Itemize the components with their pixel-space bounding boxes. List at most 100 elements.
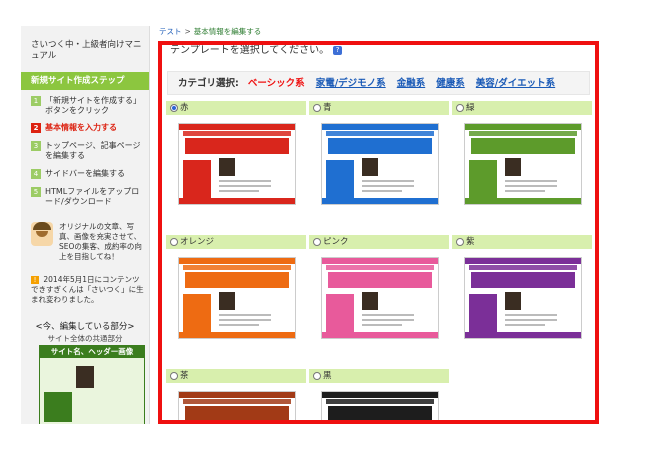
template-card-green[interactable]: 緑 (452, 101, 592, 205)
thumb-hero (471, 272, 575, 288)
thumb-sidebar (326, 294, 354, 334)
template-thumbnail[interactable] (178, 391, 296, 420)
radio-option[interactable] (313, 103, 321, 112)
radio-option[interactable] (456, 103, 464, 112)
template-thumbnail[interactable] (178, 123, 296, 205)
template-label: オレンジ (166, 235, 306, 249)
thumb-band (326, 265, 434, 270)
thumb-sidebar (469, 294, 497, 334)
breadcrumb-link[interactable]: テスト (159, 27, 182, 36)
sidebar: さいつく中・上級者向けマニュアル 新規サイト作成ステップ 1 「新規サイトを作成… (21, 26, 150, 424)
thumb-hero (185, 406, 289, 420)
thumb-text-line (219, 324, 259, 326)
thumb-footer (322, 198, 438, 204)
template-selector: テンプレートを選択してください。? カテゴリ選択: ベーシック系 家電/デジモノ… (158, 41, 599, 424)
template-card-brown[interactable]: 茶 (166, 369, 306, 420)
template-thumbnail[interactable] (464, 257, 582, 339)
thumb-text-line (362, 314, 414, 316)
thumb-text-line (219, 314, 271, 316)
thumb-topbar (322, 124, 438, 130)
template-thumbnail[interactable] (321, 391, 439, 420)
thumb-band (183, 265, 291, 270)
thumb-band (326, 131, 434, 136)
template-name: 黒 (323, 371, 332, 381)
radio-selected[interactable] (170, 103, 178, 112)
step-1[interactable]: 1 「新規サイトを作成する」ボタンをクリック (31, 96, 147, 116)
template-thumbnail[interactable] (321, 123, 439, 205)
radio-option[interactable] (170, 371, 178, 380)
category-health[interactable]: 健康系 (436, 78, 465, 89)
thumb-image (505, 292, 521, 310)
thumb-hero (328, 138, 432, 154)
thumb-footer (465, 198, 581, 204)
thumb-text-line (362, 324, 402, 326)
template-thumbnail[interactable] (464, 123, 582, 205)
step-label: サイドバーを編集する (45, 169, 125, 178)
step-2[interactable]: 2 基本情報を入力する (31, 123, 147, 133)
radio-option[interactable] (313, 237, 321, 246)
template-card-black[interactable]: 黒 (309, 369, 449, 420)
step-label: 「新規サイトを作成する」ボタンをクリック (45, 96, 141, 115)
template-name: 紫 (466, 237, 475, 247)
thumb-text-line (362, 190, 402, 192)
step-label: トップページ、記事ページを編集する (45, 141, 141, 160)
category-finance[interactable]: 金融系 (397, 78, 426, 89)
template-card-purple[interactable]: 紫 (452, 235, 592, 339)
thumb-band (469, 265, 577, 270)
template-label: 茶 (166, 369, 306, 383)
template-label: 緑 (452, 101, 592, 115)
thumb-image (362, 292, 378, 310)
thumb-footer (322, 332, 438, 338)
thumb-hero (328, 272, 432, 288)
thumb-hero (185, 272, 289, 288)
thumb-image (362, 158, 378, 176)
page-title: テンプレートを選択してください。? (170, 45, 343, 56)
help-icon[interactable]: ? (333, 45, 343, 55)
thumb-text-line (505, 324, 545, 326)
thumb-image (219, 292, 235, 310)
thumb-footer (179, 198, 295, 204)
radio-option[interactable] (170, 237, 178, 246)
thumb-text-line (219, 180, 271, 182)
thumb-image (505, 158, 521, 176)
thumb-topbar (322, 258, 438, 264)
thumb-text-line (219, 319, 271, 321)
thumb-sidebar (469, 160, 497, 200)
thumb-text-line (362, 180, 414, 182)
breadcrumb: テスト > 基本情報を編集する (159, 26, 261, 37)
step-4[interactable]: 4 サイドバーを編集する (31, 169, 147, 179)
tip-text: オリジナルの文章、写真、画像を充実させて、SEOの集客、成約率の向上を目指してね… (59, 222, 142, 261)
category-basic[interactable]: ベーシック系 (248, 78, 305, 89)
radio-option[interactable] (313, 371, 321, 380)
template-card-blue[interactable]: 青 (309, 101, 449, 205)
template-name: 赤 (180, 103, 189, 113)
template-thumbnail[interactable] (321, 257, 439, 339)
category-beauty[interactable]: 美容/ダイエット系 (476, 78, 555, 89)
radio-option[interactable] (456, 237, 464, 246)
step-3[interactable]: 3 トップページ、記事ページを編集する (31, 141, 147, 161)
step-label: 基本情報を入力する (45, 123, 117, 132)
thumb-text-line (505, 319, 557, 321)
category-electronics[interactable]: 家電/デジモノ系 (316, 78, 386, 89)
template-name: 緑 (466, 103, 475, 113)
template-thumbnail[interactable] (178, 257, 296, 339)
template-card-orange[interactable]: オレンジ (166, 235, 306, 339)
thumb-text-line (505, 314, 557, 316)
thumb-sidebar (183, 160, 211, 200)
step-5[interactable]: 5 HTMLファイルをアップロード/ダウンロード (31, 187, 147, 207)
thumb-text-line (362, 319, 414, 321)
template-name: 茶 (180, 371, 189, 381)
editing-subtitle: サイト全体の共通部分 (47, 334, 123, 343)
thumb-topbar (179, 392, 295, 398)
manual-link[interactable]: さいつく中・上級者向けマニュアル (31, 40, 146, 62)
thumb-sidebar (183, 294, 211, 334)
template-card-red[interactable]: 赤 (166, 101, 306, 205)
thumb-sidebar (326, 160, 354, 200)
template-card-pink[interactable]: ピンク (309, 235, 449, 339)
breadcrumb-separator: > (184, 27, 191, 36)
thumb-footer (465, 332, 581, 338)
template-label: 赤 (166, 101, 306, 115)
thumb-band (326, 399, 434, 404)
editing-title: <今、編集している部分> (35, 322, 135, 332)
thumb-text-line (505, 190, 545, 192)
